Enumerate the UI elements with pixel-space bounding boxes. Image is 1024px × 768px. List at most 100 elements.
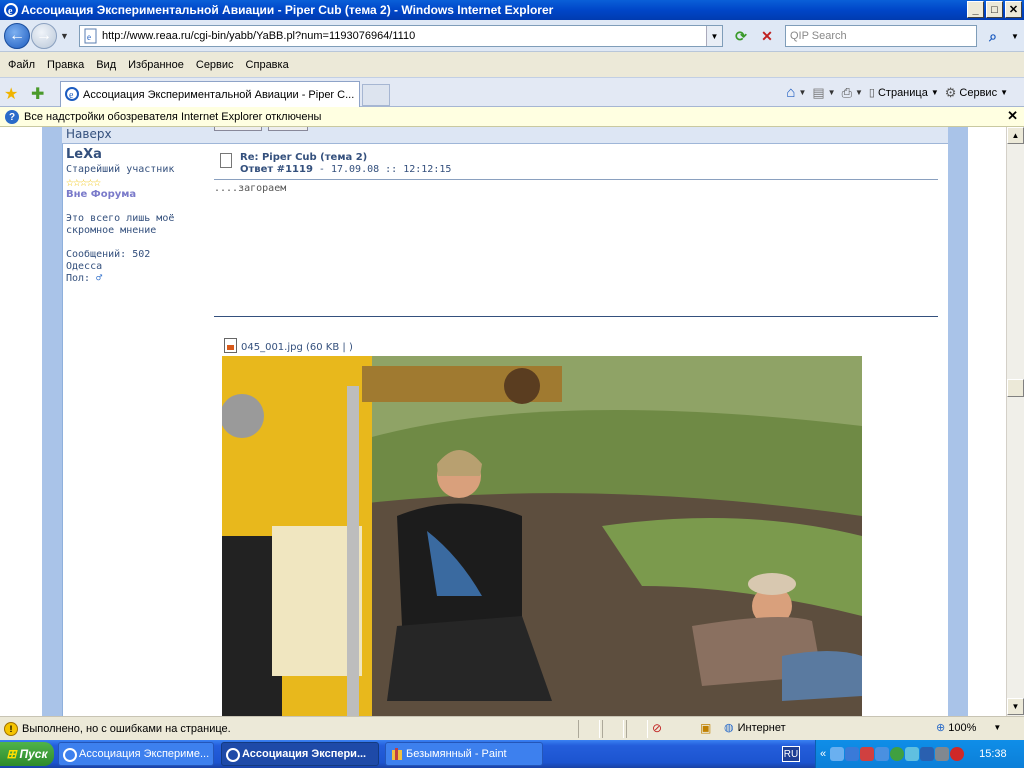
menu-view[interactable]: Вид [90,59,122,71]
tray-app-icon[interactable] [875,747,890,761]
taskbar-item-ie2[interactable]: Ассоциация Экспери... [221,742,379,766]
clock[interactable]: 15:38 [979,748,1007,760]
post-text: ....загораем [214,183,287,194]
feeds-icon[interactable]: ▤ ▼ [812,85,835,101]
search-input[interactable]: QIP Search [785,25,977,47]
window-titlebar: e Ассоциация Экспериментальной Авиации -… [0,0,1024,20]
minimize-button[interactable]: _ [967,1,984,18]
favorites-star-icon[interactable]: ★ [4,84,18,104]
menu-edit[interactable]: Правка [41,59,90,71]
author-signature: Это всего лишь моё скромное мнение [66,213,206,237]
scroll-thumb[interactable] [1007,379,1024,397]
window-title: Ассоциация Экспериментальной Авиации - P… [21,3,554,17]
stop-icon[interactable]: ✕ [756,25,778,47]
info-shield-icon: ? [5,110,19,124]
post-reply-number[interactable]: Ответ #1119 [240,164,313,175]
taskbar-item-label: Ассоциация Экспери... [242,748,367,760]
language-indicator[interactable]: RU [782,746,800,762]
volume-icon[interactable] [935,747,950,761]
vertical-scrollbar[interactable]: ▲ ▼ [1006,127,1024,716]
menu-favorites[interactable]: Избранное [122,59,190,71]
signature-line: скромное мнение [66,225,157,236]
tab-bar: ★ ✚ e Ассоциация Экспериментальной Авиац… [0,77,1024,107]
zoom-level: 100% [948,721,977,734]
post-document-icon [220,153,232,168]
menu-file[interactable]: Файл [2,59,41,71]
attached-photo[interactable] [222,356,862,716]
male-icon: ♂ [96,273,103,284]
post-title[interactable]: Re: Piper Cub (тема 2) [240,152,367,163]
menu-tools[interactable]: Сервис [190,59,240,71]
button-stub [214,127,262,131]
gear-icon: ⚙ [944,84,957,100]
tab-current[interactable]: e Ассоциация Экспериментальной Авиации -… [60,81,360,107]
post-date: - 17.09.08 :: 12:12:15 [312,164,452,175]
information-bar-text: Все надстройки обозревателя Internet Exp… [24,110,322,123]
scroll-down-icon[interactable]: ▼ [1007,698,1024,715]
tools-menu-button[interactable]: ⚙ Сервис ▼ [945,85,1008,101]
address-toolbar: ← → ▼ e http://www.reaa.ru/cgi-bin/yabb/… [0,20,1024,52]
maximize-button[interactable]: □ [986,1,1003,18]
page-icon: e [84,28,97,44]
close-button[interactable]: ✕ [1005,1,1022,18]
signature-line: Это всего лишь моё [66,213,175,224]
protected-mode-icon[interactable]: ▣ [700,721,711,735]
taskbar-item-label: Безымянный - Paint [406,748,507,760]
author-city: Одесса [66,261,103,272]
ie-taskbar-icon [63,748,77,762]
network-icon[interactable] [830,747,845,761]
attachment-link[interactable]: 045_001.jpg (60 KB | ) [224,338,353,353]
address-dropdown-icon[interactable]: ▼ [706,26,722,46]
new-tab-button[interactable] [362,84,390,106]
search-options-icon[interactable]: ▼ [1004,25,1024,47]
start-button[interactable]: ⊞ Пуск [0,742,54,766]
zone-label: Интернет [737,721,786,734]
taskbar-item-ie1[interactable]: Ассоциация Экспериме... [58,742,214,766]
post-footer-divider [214,316,938,317]
print-icon[interactable]: ⎙ ▼ [842,85,863,101]
home-icon[interactable]: ⌂ ▼ [786,84,806,101]
security-zone: ◍ Интернет [724,721,786,735]
back-button[interactable]: ← [4,23,30,49]
menu-help[interactable]: Справка [240,59,295,71]
tray-app-icon[interactable] [890,747,905,761]
antivirus-icon[interactable] [950,747,965,761]
search-icon[interactable]: ⌕ [982,25,1004,47]
svg-text:e: e [69,90,74,101]
zoom-control[interactable]: ⊕ 100% ▼ [936,721,1001,735]
error-warning-icon[interactable]: ! [4,721,18,736]
page-menu-button[interactable]: ▯ Страница ▼ [869,86,939,100]
history-dropdown-icon[interactable]: ▼ [60,31,69,41]
taskbar-item-paint[interactable]: Безымянный - Paint [385,742,543,766]
back-to-top-link[interactable]: Наверх [66,127,112,141]
ie-logo-icon: e [4,3,18,17]
scroll-up-icon[interactable]: ▲ [1007,127,1024,144]
paint-icon [392,748,402,760]
address-bar[interactable]: e http://www.reaa.ru/cgi-bin/yabb/YaBB.p… [79,25,723,47]
start-label: Пуск [19,747,48,761]
gender-label: Пол: [66,273,91,284]
tools-menu-label: Сервис [959,86,998,99]
photo-image [222,356,862,716]
close-infobar-icon[interactable]: ✕ [1007,108,1018,124]
refresh-icon[interactable]: ⟳ [730,25,752,47]
tray-app-icon[interactable] [920,747,935,761]
privacy-icon[interactable]: ⊘ [652,721,662,735]
status-cell [602,720,624,738]
information-bar[interactable]: ? Все надстройки обозревателя Internet E… [0,107,1024,127]
status-cell [626,720,648,738]
address-url: http://www.reaa.ru/cgi-bin/yabb/YaBB.pl?… [102,30,416,42]
tray-app-icon[interactable] [860,747,875,761]
forward-button[interactable]: → [31,23,57,49]
tab-ie-icon: e [65,87,79,101]
add-favorites-icon[interactable]: ✚ [31,84,44,104]
network-icon[interactable] [845,747,860,761]
back-to-top-bar: Наверх [62,127,948,144]
tray-app-icon[interactable] [905,747,920,761]
author-gender: Пол: ♂ [66,273,206,285]
author-nick[interactable]: LeXa [66,148,206,161]
tray-expand-icon[interactable]: « [820,748,826,760]
svg-text:e: e [87,32,91,42]
status-bar: ! Выполнено, но с ошибками на странице. … [0,716,1024,740]
system-tray: « 15:38 [815,740,1024,768]
